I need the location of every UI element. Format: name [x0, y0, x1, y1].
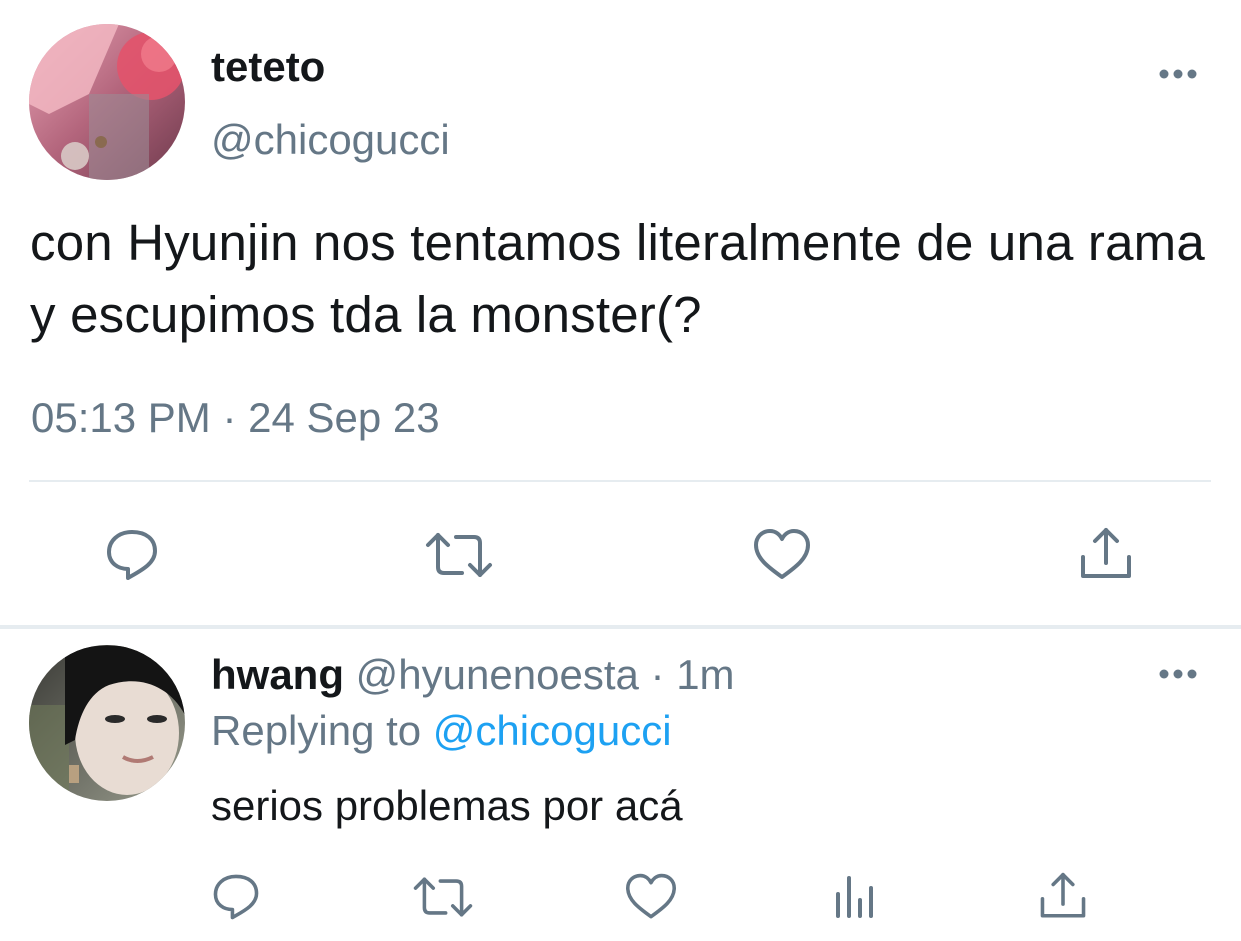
main-tweet-timestamp[interactable]: 05:13 PM · 24 Sep 23 — [31, 393, 440, 443]
reply-icon[interactable] — [211, 872, 261, 922]
main-tweet-handle[interactable]: @chicogucci — [211, 115, 450, 165]
reply-icon[interactable] — [104, 527, 160, 583]
reply-tweet-header: hwang @hyunenoesta · 1m — [211, 650, 735, 700]
reply-tweet-display-name[interactable]: hwang — [211, 651, 344, 698]
divider — [29, 480, 1211, 482]
reply-tweet-separator: · — [650, 651, 665, 698]
main-tweet-avatar[interactable] — [29, 24, 185, 180]
main-tweet-text: con Hyunjin nos tentamos literalmente de… — [30, 214, 1205, 343]
analytics-icon[interactable] — [833, 872, 877, 922]
replying-to: Replying to @chicogucci — [211, 706, 672, 756]
like-icon[interactable] — [624, 872, 678, 922]
main-tweet-display-name[interactable]: teteto — [211, 42, 325, 92]
retweet-icon[interactable] — [424, 527, 494, 583]
replying-to-handle-link[interactable]: @chicogucci — [433, 707, 672, 754]
main-tweet: teteto @chicogucci con Hyunjin nos tenta… — [0, 0, 1241, 627]
share-icon[interactable] — [1078, 527, 1134, 583]
reply-tweet-text: serios problemas por acá — [211, 782, 683, 829]
reply-tweet-handle[interactable]: @hyunenoesta — [356, 651, 639, 698]
reply-tweet-avatar[interactable] — [29, 645, 185, 801]
retweet-icon[interactable] — [412, 872, 474, 922]
share-icon[interactable] — [1038, 872, 1088, 922]
more-horizontal-icon[interactable] — [1156, 64, 1200, 84]
section-divider — [0, 625, 1241, 629]
replying-to-prefix: Replying to — [211, 707, 422, 754]
like-icon[interactable] — [752, 527, 812, 583]
reply-tweet-time[interactable]: 1m — [676, 651, 734, 698]
more-horizontal-icon[interactable] — [1156, 664, 1200, 684]
